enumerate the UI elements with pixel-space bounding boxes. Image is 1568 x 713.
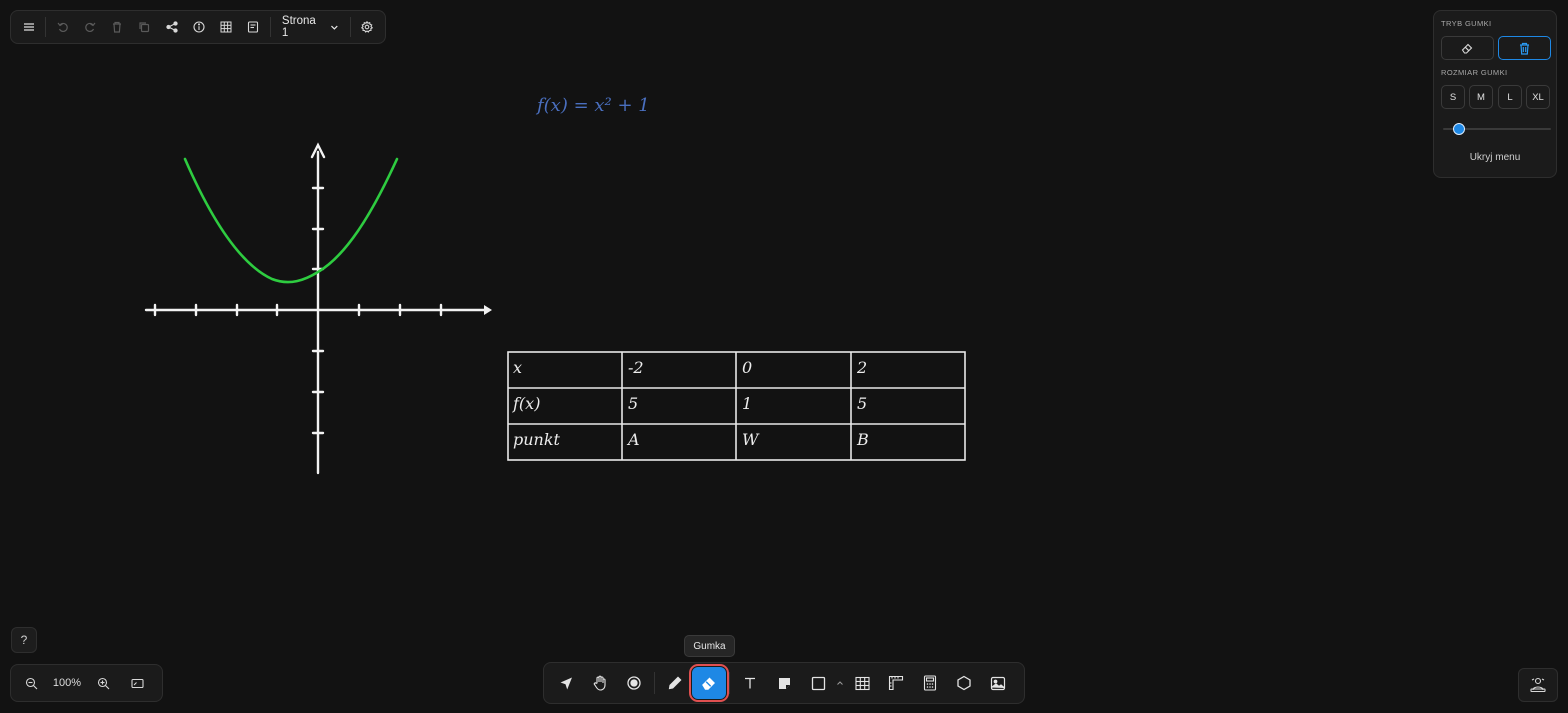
- zoom-controls: 100%: [10, 664, 163, 702]
- help-button[interactable]: ?: [11, 627, 37, 653]
- cell-2-1: A: [626, 430, 640, 449]
- size-s-button[interactable]: S: [1441, 85, 1465, 109]
- value-table: [507, 351, 966, 461]
- eraser-object-mode-button[interactable]: [1498, 36, 1551, 60]
- calculator-tool[interactable]: [913, 667, 947, 699]
- polygon-tool[interactable]: [947, 667, 981, 699]
- hand-tool[interactable]: [583, 667, 617, 699]
- grid-icon[interactable]: [213, 13, 240, 41]
- zoom-level: 100%: [52, 677, 82, 689]
- cell-1-3: 5: [857, 394, 867, 413]
- top-toolbar: Strona 1: [10, 10, 386, 44]
- x-axis-arrow: [484, 305, 492, 315]
- hexagon-icon: [957, 675, 971, 691]
- slider-handle[interactable]: [1452, 123, 1465, 135]
- chevron-down-icon: [331, 25, 338, 30]
- trash-icon[interactable]: [104, 13, 131, 41]
- size-xl-button[interactable]: XL: [1526, 85, 1550, 109]
- cell-2-2: W: [742, 430, 760, 449]
- pointer-tool[interactable]: [549, 667, 583, 699]
- calculator-icon: [923, 675, 937, 691]
- share-icon[interactable]: [158, 13, 185, 41]
- avatar[interactable]: [1518, 668, 1558, 702]
- hand-icon: [593, 675, 606, 691]
- shape-tool[interactable]: [801, 667, 835, 699]
- formula-text: f(x) = x² + 1: [535, 95, 650, 116]
- sticky-note-icon: [778, 677, 790, 689]
- user-group-icon: [1530, 677, 1546, 693]
- image-icon: [990, 676, 1006, 690]
- cell-0-1: -2: [628, 358, 644, 377]
- table-cells: x -2 0 2 f(x) 5 1 5 punkt A W B: [512, 358, 869, 449]
- table-icon: [854, 676, 870, 690]
- notes-icon[interactable]: [240, 13, 267, 41]
- cell-2-0: punkt: [513, 430, 561, 449]
- eraser-tool[interactable]: [689, 664, 729, 702]
- eraser-icon: [702, 677, 715, 690]
- divider: [269, 17, 271, 37]
- divider: [729, 672, 730, 694]
- divider: [349, 17, 351, 37]
- divider: [654, 672, 655, 694]
- pen-tool[interactable]: [658, 667, 692, 699]
- undo-icon[interactable]: [49, 13, 76, 41]
- gear-icon[interactable]: [354, 13, 381, 41]
- redo-icon[interactable]: [76, 13, 103, 41]
- coordinate-axes: [144, 142, 492, 475]
- size-m-button[interactable]: M: [1469, 85, 1493, 109]
- pointer-icon: [560, 677, 572, 689]
- laser-icon: [627, 676, 641, 690]
- eraser-size-title: ROZMIAR GUMKI: [1441, 68, 1508, 77]
- eraser-settings-panel: TRYB GUMKI ROZMIAR GUMKI S M L XL Ukryj …: [1433, 10, 1557, 178]
- cell-1-0: f(x): [512, 394, 540, 413]
- eraser-icon: [1461, 43, 1473, 54]
- fit-screen-icon[interactable]: [123, 669, 151, 697]
- size-l-button[interactable]: L: [1498, 85, 1522, 109]
- cell-1-2: 1: [742, 394, 752, 413]
- menu-icon[interactable]: [15, 13, 42, 41]
- table-tool[interactable]: [845, 667, 879, 699]
- cell-0-0: x: [513, 358, 522, 377]
- cell-1-1: 5: [628, 394, 638, 413]
- tools-toolbar: [543, 662, 1025, 704]
- parabola-curve: [183, 157, 399, 284]
- eraser-stroke-mode-button[interactable]: [1441, 36, 1494, 60]
- trash-icon: [1520, 42, 1529, 55]
- zoom-out-icon[interactable]: [17, 669, 45, 697]
- cell-0-3: 2: [856, 358, 867, 377]
- chevron-up-icon[interactable]: [835, 679, 845, 687]
- text-icon: [745, 677, 755, 689]
- cell-2-3: B: [856, 430, 869, 449]
- image-tool[interactable]: [981, 667, 1015, 699]
- zoom-in-icon[interactable]: [89, 669, 117, 697]
- sticky-note-tool[interactable]: [767, 667, 801, 699]
- text-tool[interactable]: [733, 667, 767, 699]
- ruler-tool[interactable]: [879, 667, 913, 699]
- duplicate-icon[interactable]: [131, 13, 158, 41]
- info-icon[interactable]: [185, 13, 212, 41]
- eraser-tooltip: Gumka: [684, 635, 735, 657]
- page-selector[interactable]: Strona 1: [274, 13, 347, 41]
- whiteboard-canvas[interactable]: f(x) = x² + 1 x -2 0 2 f(x) 5 1 5 punkt …: [0, 0, 1568, 713]
- pencil-icon: [668, 676, 682, 690]
- cell-0-2: 0: [742, 358, 752, 377]
- divider: [45, 17, 47, 37]
- eraser-mode-title: TRYB GUMKI: [1441, 19, 1492, 28]
- laser-tool[interactable]: [617, 667, 651, 699]
- page-label: Strona 1: [281, 15, 316, 39]
- ruler-icon: [888, 675, 904, 691]
- square-icon: [811, 676, 825, 690]
- hide-menu-link[interactable]: Ukryj menu: [1434, 152, 1556, 163]
